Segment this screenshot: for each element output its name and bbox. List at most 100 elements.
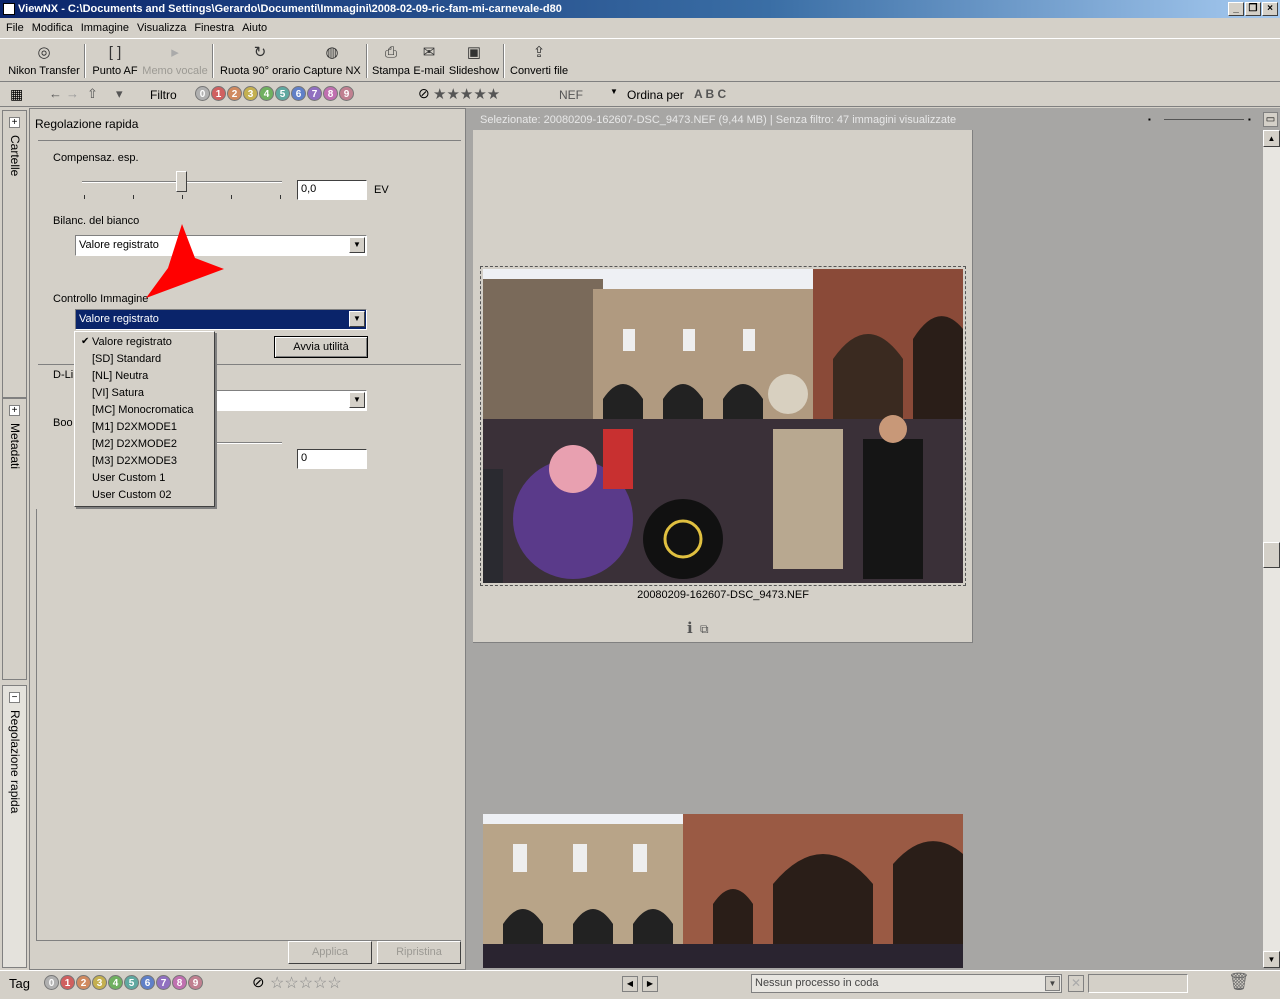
rating-stars-empty[interactable]: ☆☆☆☆☆	[270, 973, 342, 993]
exposure-slider-thumb[interactable]	[176, 171, 187, 192]
tag-label-5[interactable]: 5	[124, 975, 139, 990]
dropdown-item[interactable]: [VI] Satura	[92, 387, 144, 399]
dropdown-item[interactable]: [MC] Monocromatica	[92, 404, 193, 416]
exposure-value-field[interactable]: 0,0	[297, 180, 367, 200]
menu-bar: File Modifica Immagine Visualizza Finest…	[0, 18, 1280, 37]
rotate-button[interactable]: ↻ Ruota 90° orario	[220, 43, 300, 77]
menu-visualizza[interactable]: Visualizza	[133, 22, 190, 34]
tag-label-2[interactable]: 2	[76, 975, 91, 990]
chevron-down-icon[interactable]: ▼	[610, 87, 618, 96]
grid-view-icon[interactable]: ▦	[10, 86, 23, 103]
menu-modifica[interactable]: Modifica	[28, 22, 77, 34]
slideshow-button[interactable]: ▣ Slideshow	[448, 43, 500, 77]
layout-toggle-icon[interactable]: ▭	[1263, 112, 1278, 127]
label-filter-7[interactable]: 7	[307, 86, 322, 101]
scroll-down-icon[interactable]: ▼	[1263, 951, 1280, 968]
tag-label-7[interactable]: 7	[156, 975, 171, 990]
zoom-slider[interactable]: ▪ ▪	[1148, 115, 1258, 125]
process-queue-select[interactable]: Nessun processo in coda ▼	[751, 974, 1062, 993]
check-icon: ✔	[81, 336, 90, 347]
print-button[interactable]: ⎙ Stampa	[372, 43, 410, 77]
main-toolbar: ◎ Nikon Transfer [ ] Punto AF ▸ Memo vocale…	[0, 38, 1280, 82]
menu-finestra[interactable]: Finestra	[190, 22, 238, 34]
convert-icon: ⇪	[532, 44, 546, 61]
punto-af-button[interactable]: [ ] Punto AF	[92, 43, 138, 77]
up-folder-icon[interactable]: ⇧	[87, 86, 98, 102]
avvia-utilita-button[interactable]: Avvia utilità	[274, 336, 368, 358]
dropdown-item[interactable]: [NL] Neutra	[92, 370, 148, 382]
envelope-icon: ✉	[422, 44, 436, 61]
sort-by-label[interactable]: Ordina per	[627, 88, 684, 102]
boost-value-field[interactable]: 0	[297, 449, 367, 469]
chevron-down-icon[interactable]: ▼	[349, 392, 365, 408]
scroll-thumb[interactable]	[1263, 542, 1280, 568]
scroll-up-icon[interactable]: ▲	[1263, 130, 1280, 147]
collapse-icon[interactable]: −	[9, 692, 20, 703]
dropdown-item[interactable]: [M3] D2XMODE3	[92, 455, 177, 467]
dropdown-item[interactable]: [SD] Standard	[92, 353, 161, 365]
tag-label-9[interactable]: 9	[188, 975, 203, 990]
label-filter-8[interactable]: 8	[323, 86, 338, 101]
picture-control-select[interactable]: Valore registrato ▼	[75, 309, 367, 330]
file-type-filter[interactable]: NEF	[559, 88, 583, 102]
label-filter-1[interactable]: 1	[211, 86, 226, 101]
rating-filter-stars[interactable]: ★★★★★	[433, 85, 500, 103]
label-filter-4[interactable]: 4	[259, 86, 274, 101]
label-filter-0[interactable]: 0	[195, 86, 210, 101]
folder-menu-icon[interactable]: ▾	[116, 86, 123, 102]
tag-label-0[interactable]: 0	[44, 975, 59, 990]
tag-label-6[interactable]: 6	[140, 975, 155, 990]
menu-immagine[interactable]: Immagine	[77, 22, 133, 34]
maximize-button[interactable]: ❐	[1245, 2, 1261, 16]
tab-regolazione-rapida[interactable]: − Regolazione rapida	[2, 685, 27, 968]
tab-cartelle[interactable]: + Cartelle	[2, 110, 27, 398]
dropdown-item[interactable]: User Custom 1	[92, 472, 165, 484]
chevron-down-icon[interactable]: ▼	[349, 237, 365, 253]
expand-icon[interactable]: +	[9, 117, 20, 128]
label-filter-3[interactable]: 3	[243, 86, 258, 101]
label-filter-group: 0123456789	[195, 86, 355, 101]
chevron-down-icon[interactable]: ▼	[349, 311, 365, 327]
trash-icon[interactable]: 🗑	[1228, 972, 1250, 992]
close-button[interactable]: ×	[1262, 2, 1278, 16]
label-filter-2[interactable]: 2	[227, 86, 242, 101]
thumbnail-cell-selected[interactable]: 20080209-162607-DSC_9473.NEF i ⧉	[473, 130, 973, 643]
thumbnail-second[interactable]	[483, 814, 963, 968]
label-filter-9[interactable]: 9	[339, 86, 354, 101]
dropdown-item[interactable]: Valore registrato	[92, 336, 172, 348]
edit-icon[interactable]: ⧉	[700, 622, 709, 637]
label-filter-5[interactable]: 5	[275, 86, 290, 101]
capture-nx-button[interactable]: ◍ Capture NX	[303, 43, 361, 77]
tag-label-8[interactable]: 8	[172, 975, 187, 990]
expand-icon[interactable]: +	[9, 405, 20, 416]
no-rating-icon[interactable]: ⊘	[418, 85, 430, 102]
label-filter-6[interactable]: 6	[291, 86, 306, 101]
email-button[interactable]: ✉ E-mail	[413, 43, 445, 77]
dropdown-item[interactable]: [M2] D2XMODE2	[92, 438, 177, 450]
dropdown-item[interactable]: User Custom 02	[92, 489, 171, 501]
forward-arrow-icon[interactable]: →	[66, 86, 79, 101]
applica-button[interactable]: Applica	[288, 941, 372, 964]
tag-label-3[interactable]: 3	[92, 975, 107, 990]
menu-aiuto[interactable]: Aiuto	[238, 22, 271, 34]
back-arrow-icon[interactable]: ←	[49, 86, 62, 101]
memo-vocale-button[interactable]: ▸ Memo vocale	[142, 43, 208, 77]
tag-label-1[interactable]: 1	[60, 975, 75, 990]
ripristina-button[interactable]: Ripristina	[377, 941, 461, 964]
sort-abc-icon[interactable]: A B C	[694, 87, 726, 101]
minimize-button[interactable]: _	[1228, 2, 1244, 16]
chevron-down-icon[interactable]: ▼	[1045, 976, 1060, 991]
dropdown-item[interactable]: [M1] D2XMODE1	[92, 421, 177, 433]
vertical-scrollbar[interactable]: ▲ ▼	[1263, 130, 1280, 968]
convert-files-button[interactable]: ⇪ Converti file	[510, 43, 568, 77]
cancel-process-icon[interactable]: ✕	[1068, 975, 1084, 992]
previous-icon[interactable]: ◀	[622, 976, 638, 992]
no-rating-icon[interactable]: ⊘	[252, 973, 265, 991]
tag-label-4[interactable]: 4	[108, 975, 123, 990]
nikon-transfer-button[interactable]: ◎ Nikon Transfer	[8, 43, 80, 77]
tab-metadati[interactable]: + Metadati	[2, 398, 27, 680]
menu-file[interactable]: File	[2, 22, 28, 34]
small-thumb-icon: ▪	[1148, 115, 1151, 124]
info-icon[interactable]: i	[687, 619, 693, 637]
next-icon[interactable]: ▶	[642, 976, 658, 992]
